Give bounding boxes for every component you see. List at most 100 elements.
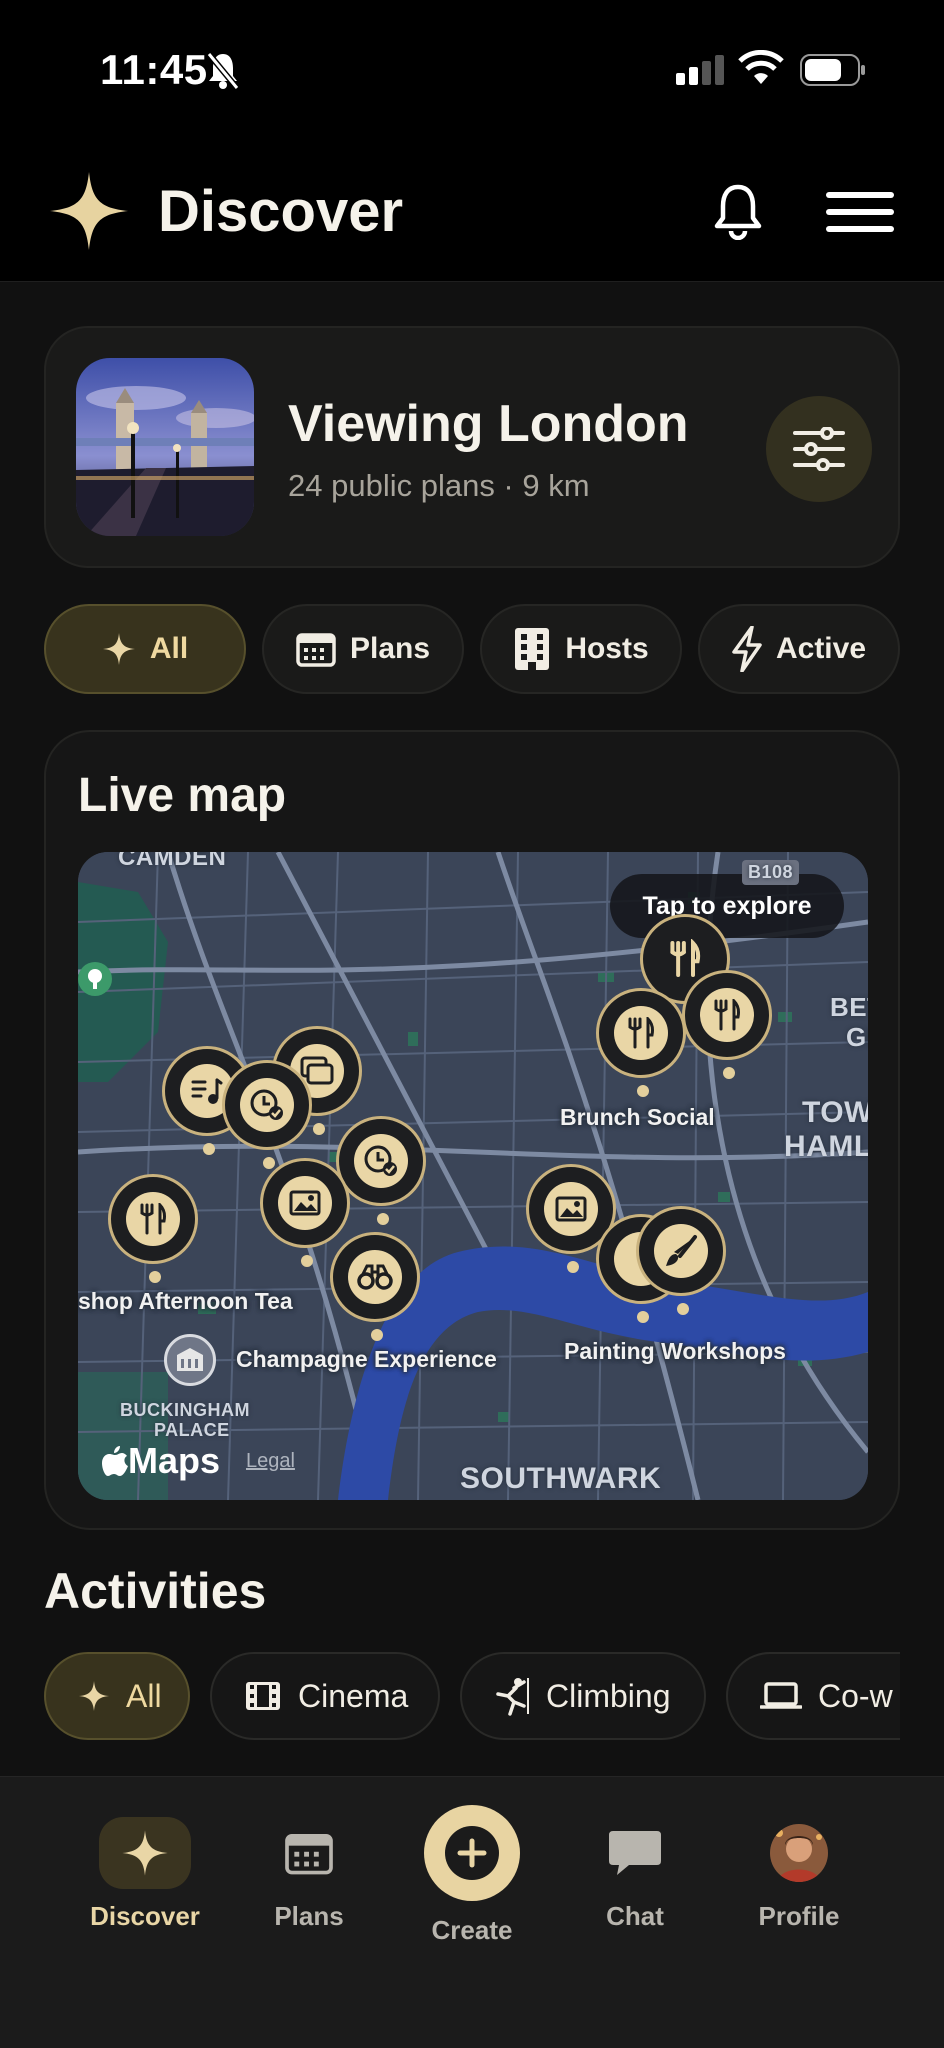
- tab-create[interactable]: Create: [397, 1805, 547, 1946]
- fork-knife-icon: [714, 999, 740, 1031]
- location-title: Viewing London: [288, 395, 689, 453]
- chip-all[interactable]: All: [44, 604, 246, 694]
- map-pin-brunch[interactable]: [596, 988, 686, 1097]
- battery-icon: [800, 54, 865, 86]
- apple-icon: [102, 1446, 128, 1476]
- sparkle-icon: [122, 1830, 168, 1876]
- tab-chat-label: Chat: [606, 1901, 664, 1931]
- chip-plans[interactable]: Plans: [262, 604, 464, 694]
- map-pin-schedule-2[interactable]: [336, 1116, 426, 1225]
- laptop-icon: [760, 1682, 802, 1709]
- chip-active-label: Active: [775, 632, 867, 665]
- building-icon: [515, 628, 550, 670]
- activity-chip-cinema[interactable]: Cinema: [210, 1652, 440, 1740]
- bottom-tab-bar: Discover Plans Create Chat Profile: [0, 1776, 944, 2048]
- area-bethnal-1: BET: [830, 992, 868, 1022]
- chip-hosts-label: Hosts: [565, 632, 649, 665]
- activity-chip-climbing[interactable]: Climbing: [460, 1652, 706, 1740]
- tab-create-label: Create: [431, 1915, 513, 1945]
- calendar-icon: [296, 633, 336, 667]
- climber-icon: [496, 1678, 529, 1716]
- map-pin-afternoon-tea[interactable]: [108, 1174, 198, 1283]
- label-afternoon-tea: shop Afternoon Tea: [78, 1288, 293, 1314]
- page-title: Discover: [158, 179, 404, 244]
- calendar-icon: [285, 1834, 333, 1875]
- location-meta: 24 public plans · 9 km: [288, 468, 590, 503]
- area-camden: CAMDEN: [118, 852, 227, 871]
- label-painting-workshops: Painting Workshops: [564, 1338, 786, 1364]
- tab-plans-label: Plans: [274, 1901, 344, 1931]
- live-map-card: Live map Tap to explore CAMDEN B108 BE G…: [44, 730, 900, 1530]
- chip-all-label: All: [149, 632, 189, 665]
- film-icon: [246, 1682, 280, 1710]
- map-pin-champagne[interactable]: [330, 1232, 420, 1341]
- chip-plans-label: Plans: [349, 632, 431, 665]
- top-header: Discover: [0, 140, 944, 282]
- create-button[interactable]: [424, 1805, 520, 1901]
- paintbrush-icon: [666, 1235, 697, 1266]
- avatar: [770, 1824, 828, 1882]
- image-icon: [289, 1190, 321, 1216]
- area-hamlets: HAML: [784, 1130, 868, 1163]
- chip-hosts[interactable]: Hosts: [480, 604, 682, 694]
- sparkle-icon: [102, 633, 135, 665]
- area-bethnal-2: GI: [846, 1022, 868, 1052]
- activity-chip-cinema-label: Cinema: [298, 1677, 409, 1714]
- activity-chip-coworking-label: Co-w: [818, 1677, 893, 1714]
- activity-chip-all[interactable]: All: [44, 1652, 190, 1740]
- london-thumbnail: [76, 358, 254, 536]
- activity-chip-coworking[interactable]: Co-w: [726, 1652, 900, 1740]
- sparkle-logo-icon: [50, 172, 128, 250]
- park-tree-icon: [78, 962, 112, 996]
- cellular-signal-icon: [676, 55, 724, 85]
- live-map[interactable]: Tap to explore CAMDEN B108 BET GI TOW HA…: [78, 852, 868, 1500]
- image-icon: [555, 1196, 587, 1222]
- clock-check-icon: [250, 1089, 283, 1120]
- fork-knife-icon: [628, 1017, 654, 1049]
- tab-plans[interactable]: Plans: [234, 1817, 384, 1932]
- map-pin-schedule[interactable]: [222, 1060, 312, 1169]
- status-time: 11:45: [100, 46, 208, 93]
- area-tower: TOW: [802, 1096, 868, 1129]
- live-map-title: Live map: [78, 769, 287, 822]
- sparkle-icon: [78, 1680, 110, 1712]
- map-pin-photo[interactable]: [260, 1158, 350, 1267]
- filter-settings-button[interactable]: [766, 396, 872, 502]
- activities-chip-row: All Cinema Climbing Co-w: [0, 1652, 900, 1742]
- sliders-icon: [793, 427, 845, 471]
- bell-off-icon: [206, 52, 240, 90]
- tap-to-explore-button[interactable]: Tap to explore: [610, 874, 844, 938]
- clock-check-icon: [364, 1145, 397, 1176]
- tab-discover[interactable]: Discover: [70, 1817, 220, 1932]
- music-icon: [191, 1078, 223, 1104]
- palace-icon: [164, 1334, 216, 1386]
- map-pin-restaurant[interactable]: [682, 970, 772, 1079]
- area-palace: PALACE: [154, 1420, 230, 1440]
- tab-discover-label: Discover: [90, 1901, 200, 1931]
- map-pin-painting[interactable]: [636, 1206, 726, 1315]
- tab-chat[interactable]: Chat: [560, 1817, 710, 1932]
- status-bar: 11:45: [0, 0, 944, 140]
- notifications-bell-icon[interactable]: [712, 182, 764, 240]
- wifi-icon: [738, 50, 784, 84]
- menu-hamburger-icon[interactable]: [826, 192, 894, 232]
- bolt-icon: [732, 626, 762, 672]
- activity-chip-climbing-label: Climbing: [546, 1677, 671, 1714]
- tab-profile[interactable]: Profile: [724, 1817, 874, 1932]
- chip-active[interactable]: Active: [698, 604, 900, 694]
- binoculars-icon: [357, 1264, 393, 1290]
- apple-maps-logo: Maps: [102, 1440, 220, 1482]
- fork-knife-icon: [670, 939, 701, 977]
- fork-knife-icon: [140, 1203, 166, 1235]
- label-brunch-social: Brunch Social: [560, 1104, 715, 1130]
- legal-link[interactable]: Legal: [246, 1450, 295, 1473]
- location-card[interactable]: Viewing London 24 public plans · 9 km: [44, 326, 900, 568]
- tab-profile-label: Profile: [758, 1901, 840, 1931]
- area-buckingham: BUCKINGHAM: [120, 1400, 250, 1420]
- maps-text: Maps: [128, 1440, 221, 1481]
- plus-icon: [457, 1838, 487, 1868]
- chat-bubble-icon: [609, 1831, 661, 1875]
- label-champagne-experience: Champagne Experience: [236, 1346, 497, 1372]
- activities-title: Activities: [44, 1563, 267, 1619]
- activity-chip-all-label: All: [126, 1677, 162, 1714]
